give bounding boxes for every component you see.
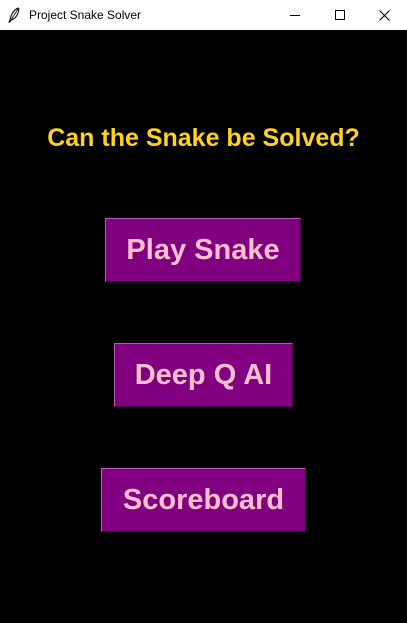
maximize-button[interactable] bbox=[317, 0, 363, 30]
minimize-button[interactable] bbox=[272, 0, 318, 30]
app-window: Project Snake Solver Can the Snake be So… bbox=[0, 0, 407, 623]
main-content: Can the Snake be Solved? Play Snake Deep… bbox=[0, 30, 407, 623]
page-title: Can the Snake be Solved? bbox=[47, 124, 360, 152]
close-icon bbox=[378, 9, 390, 21]
play-snake-button[interactable]: Play Snake bbox=[105, 218, 301, 282]
minimize-icon bbox=[290, 10, 300, 20]
title-bar[interactable]: Project Snake Solver bbox=[0, 0, 407, 30]
close-button[interactable] bbox=[361, 0, 407, 30]
scoreboard-button[interactable]: Scoreboard bbox=[101, 468, 306, 532]
maximize-icon bbox=[335, 10, 345, 20]
window-title: Project Snake Solver bbox=[29, 8, 142, 22]
feather-icon bbox=[7, 7, 21, 23]
deep-q-ai-button[interactable]: Deep Q AI bbox=[114, 343, 293, 407]
